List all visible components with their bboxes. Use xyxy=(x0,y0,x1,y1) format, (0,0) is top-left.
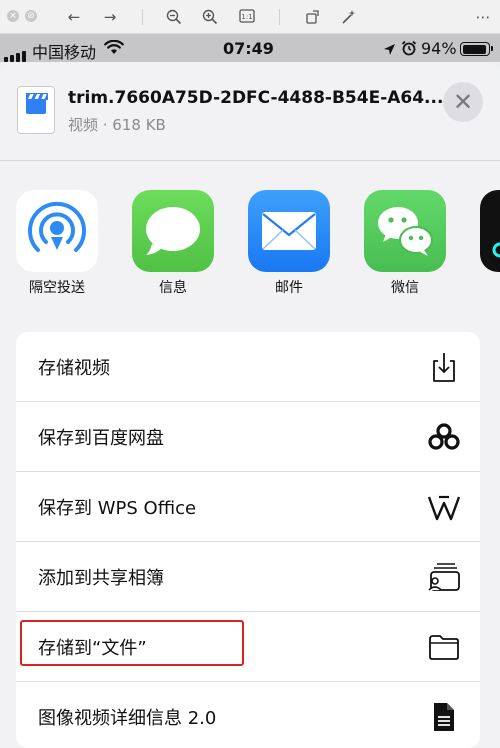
location-icon xyxy=(383,41,396,60)
rotate-icon[interactable] xyxy=(302,7,324,27)
app-mail[interactable]: 邮件 xyxy=(248,190,330,297)
close-dot-icon[interactable]: × xyxy=(7,10,19,22)
app-label: 邮件 xyxy=(275,280,303,296)
zoom-in-icon[interactable] xyxy=(199,7,221,27)
toolbar-separator xyxy=(142,9,143,25)
action-baidu-netdisk[interactable]: 保存到百度网盘 xyxy=(16,402,480,472)
action-list: 存储视频 保存到百度网盘 保存到 WPS Office 添加到共享相簿 存储到“… xyxy=(16,332,480,748)
tiktok-icon xyxy=(480,190,500,272)
mail-icon xyxy=(248,190,330,272)
header-divider xyxy=(0,160,500,161)
alarm-icon xyxy=(401,40,417,60)
highlight-box xyxy=(20,620,244,666)
airdrop-icon xyxy=(16,190,98,272)
zoom-out-icon[interactable] xyxy=(163,7,185,27)
save-video-icon xyxy=(426,349,462,385)
action-label: 图像视频详细信息 2.0 xyxy=(38,708,217,729)
app-airdrop[interactable]: 隔空投送 xyxy=(16,190,98,297)
more-icon[interactable]: ⋯ xyxy=(472,7,494,27)
battery-icon xyxy=(460,42,493,56)
share-sheet: trim.7660A75D-2DFC-4488-B54E-A64... 视频 ·… xyxy=(0,62,500,748)
action-label: 保存到百度网盘 xyxy=(38,428,164,449)
battery-percent: 94% xyxy=(421,39,457,58)
action-label: 保存到 WPS Office xyxy=(38,498,197,519)
app-label: 微信 xyxy=(391,280,419,296)
app-partial[interactable] xyxy=(480,190,500,272)
file-meta: 视频 · 618 KB xyxy=(68,116,166,134)
carrier-name: 中国移动 xyxy=(32,43,97,62)
wifi-icon xyxy=(104,39,124,59)
app-label: 隔空投送 xyxy=(29,280,85,296)
action-label: 存储视频 xyxy=(38,358,110,379)
status-time: 07:49 xyxy=(223,39,274,58)
wps-icon xyxy=(426,489,462,525)
baidu-netdisk-icon xyxy=(426,419,462,455)
close-button[interactable]: ✕ xyxy=(443,82,483,122)
shared-album-icon xyxy=(426,559,462,595)
zoom-dot-icon[interactable]: ⊘ xyxy=(25,10,37,22)
action-wps-office[interactable]: 保存到 WPS Office xyxy=(16,472,480,542)
cellular-signal-icon xyxy=(4,43,28,62)
app-wechat[interactable]: 微信 xyxy=(364,190,446,297)
app-messages[interactable]: 信息 xyxy=(132,190,214,297)
action-label: 添加到共享相簿 xyxy=(38,568,164,589)
file-name: trim.7660A75D-2DFC-4488-B54E-A64... xyxy=(68,88,444,108)
app-label: 信息 xyxy=(159,280,187,296)
status-bar: 中国移动 07:49 94% xyxy=(0,34,500,62)
fit-icon[interactable]: 1:1 xyxy=(236,7,258,27)
video-file-icon xyxy=(17,86,55,134)
folder-icon xyxy=(426,629,462,665)
svg-text:1:1: 1:1 xyxy=(241,13,252,21)
viewer-toolbar: × ⊘ ← → 1:1 ⋯ xyxy=(0,0,500,34)
wechat-icon xyxy=(364,190,446,272)
action-shared-album[interactable]: 添加到共享相簿 xyxy=(16,542,480,612)
toolbar-separator xyxy=(279,9,280,25)
document-icon xyxy=(426,699,462,735)
messages-icon xyxy=(132,190,214,272)
share-header: trim.7660A75D-2DFC-4488-B54E-A64... 视频 ·… xyxy=(0,62,500,160)
magic-wand-icon[interactable] xyxy=(338,7,360,27)
back-arrow-icon[interactable]: ← xyxy=(63,7,85,27)
forward-arrow-icon[interactable]: → xyxy=(99,7,121,27)
action-image-video-details[interactable]: 图像视频详细信息 2.0 xyxy=(16,682,480,748)
action-save-video[interactable]: 存储视频 xyxy=(16,332,480,402)
